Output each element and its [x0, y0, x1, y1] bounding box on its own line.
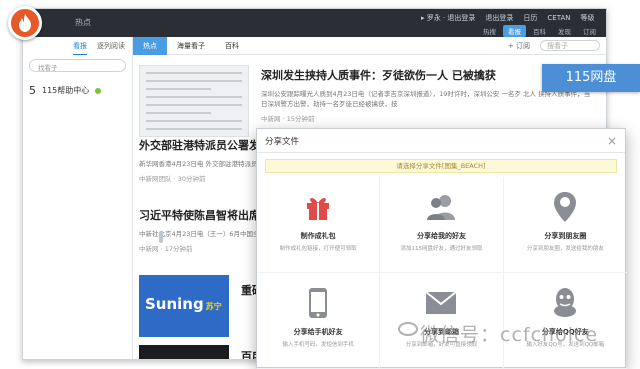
share-option-desc: 添加115网盘好友，通过好友领取 — [400, 246, 483, 252]
top-tab-subscribe[interactable]: 订阅 — [578, 25, 601, 37]
top-tab-wiki[interactable]: 百科 — [528, 25, 551, 37]
top-tab-discover[interactable]: 发现 — [553, 25, 576, 37]
tab-hot[interactable]: 热点 — [133, 36, 167, 55]
main-actions: + 订阅 搜看子 — [508, 40, 600, 51]
top-tab-read[interactable]: 看报 — [503, 25, 526, 37]
suning-logo-cn: 苏宁 — [205, 302, 222, 311]
wechat-watermark-icon — [398, 322, 418, 336]
sidebar-item-help[interactable]: 5 115帮助中心 — [23, 76, 132, 105]
article-thumbnail[interactable] — [139, 345, 229, 359]
article-meta: 中新网 · 15分钟前 — [261, 115, 315, 123]
share-option-desc: 分享到朋友圈，发送给我的朋友 — [526, 246, 604, 252]
app-logo-icon — [8, 6, 42, 40]
dialog-title: 分享文件 — [265, 136, 300, 147]
share-option-gift[interactable]: 制作成礼包 制作成礼包链接，打开便可领取 — [257, 177, 381, 273]
subscribe-button[interactable]: + 订阅 — [508, 41, 530, 51]
user-menu-logout[interactable]: 退出登录 — [485, 13, 513, 23]
window-title: 热点 — [75, 18, 91, 27]
sidebar: 看报 逐列阅读 找看子 5 115帮助中心 — [23, 37, 133, 359]
share-option-label: 分享到朋友圈 — [544, 232, 587, 240]
article-thumbnail — [139, 65, 249, 137]
top-nav-tabs: 热搜 看报 百科 发现 订阅 — [478, 25, 601, 37]
suning-logo-text: Suning — [145, 295, 204, 313]
title-bar: 热点 ▸ 罗永 · 退出登录 退出登录 日历 CETAN 等级 热搜 看报 百科… — [23, 9, 606, 37]
status-dot-icon — [95, 87, 102, 94]
qq-icon — [549, 287, 581, 319]
user-menu-account[interactable]: ▸ 罗永 · 退出登录 — [421, 13, 475, 23]
location-icon — [549, 191, 581, 223]
scrollbar-handle[interactable] — [159, 231, 163, 243]
share-option-moments[interactable]: 分享到朋友圈 分享到朋友圈，发送给我的朋友 — [503, 177, 627, 273]
user-menu-name[interactable]: CETAN — [547, 14, 570, 22]
brand-tag: 115网盘 — [542, 64, 640, 92]
top-tab-hot[interactable]: 热搜 — [478, 25, 501, 37]
tab-wiki[interactable]: 百科 — [215, 37, 249, 55]
mail-icon — [425, 287, 458, 319]
friends-icon — [425, 191, 457, 223]
sidebar-tab-list[interactable]: 逐列阅读 — [97, 41, 125, 55]
article-summary: 深圳公安跟踪曝光人质到4月23日电（记者李吉京深圳报道），19时许时，深圳公安 … — [261, 90, 591, 108]
gift-icon — [302, 191, 334, 223]
share-option-desc: 制作成礼包链接，打开便可领取 — [279, 246, 357, 252]
close-icon[interactable]: × — [607, 135, 617, 147]
share-option-phone[interactable]: 分享给手机好友 输入手机号码，发短信到手机 — [257, 273, 381, 369]
main-search-input[interactable]: 搜看子 — [540, 40, 600, 51]
watermark-text: 微信号：ccfchoice — [420, 324, 599, 346]
sidebar-item-label: 115帮助中心 — [42, 86, 90, 95]
user-menu: ▸ 罗永 · 退出登录 退出登录 日历 CETAN 等级 — [421, 13, 595, 23]
user-menu-calendar[interactable]: 日历 — [523, 13, 537, 23]
screenshot-frame: 热点 ▸ 罗永 · 退出登录 退出登录 日历 CETAN 等级 热搜 看报 百科… — [0, 0, 640, 369]
tab-mass[interactable]: 海量看子 — [167, 37, 215, 55]
dialog-tip: 请选择分享文件[图集_BEACH] — [265, 159, 617, 173]
share-option-desc: 输入手机号码，发短信到手机 — [282, 342, 354, 348]
share-option-friends[interactable]: 分享给我的好友 添加115网盘好友，通过好友领取 — [380, 177, 504, 273]
phone-icon — [302, 287, 334, 319]
share-option-label: 分享给我的好友 — [416, 232, 466, 240]
sidebar-tabs: 看报 逐列阅读 — [23, 37, 132, 55]
share-option-label: 分享给手机好友 — [293, 328, 343, 336]
sidebar-tab-read[interactable]: 看报 — [73, 41, 87, 55]
article-thumbnail-suning[interactable]: Suning 苏宁 — [139, 275, 229, 337]
share-option-label: 制作成礼包 — [300, 232, 336, 240]
sidebar-item-count: 5 — [29, 84, 36, 97]
dialog-header: 分享文件 × — [257, 129, 625, 153]
sidebar-search-input[interactable]: 找看子 — [29, 59, 126, 72]
user-menu-level[interactable]: 等级 — [581, 13, 595, 23]
